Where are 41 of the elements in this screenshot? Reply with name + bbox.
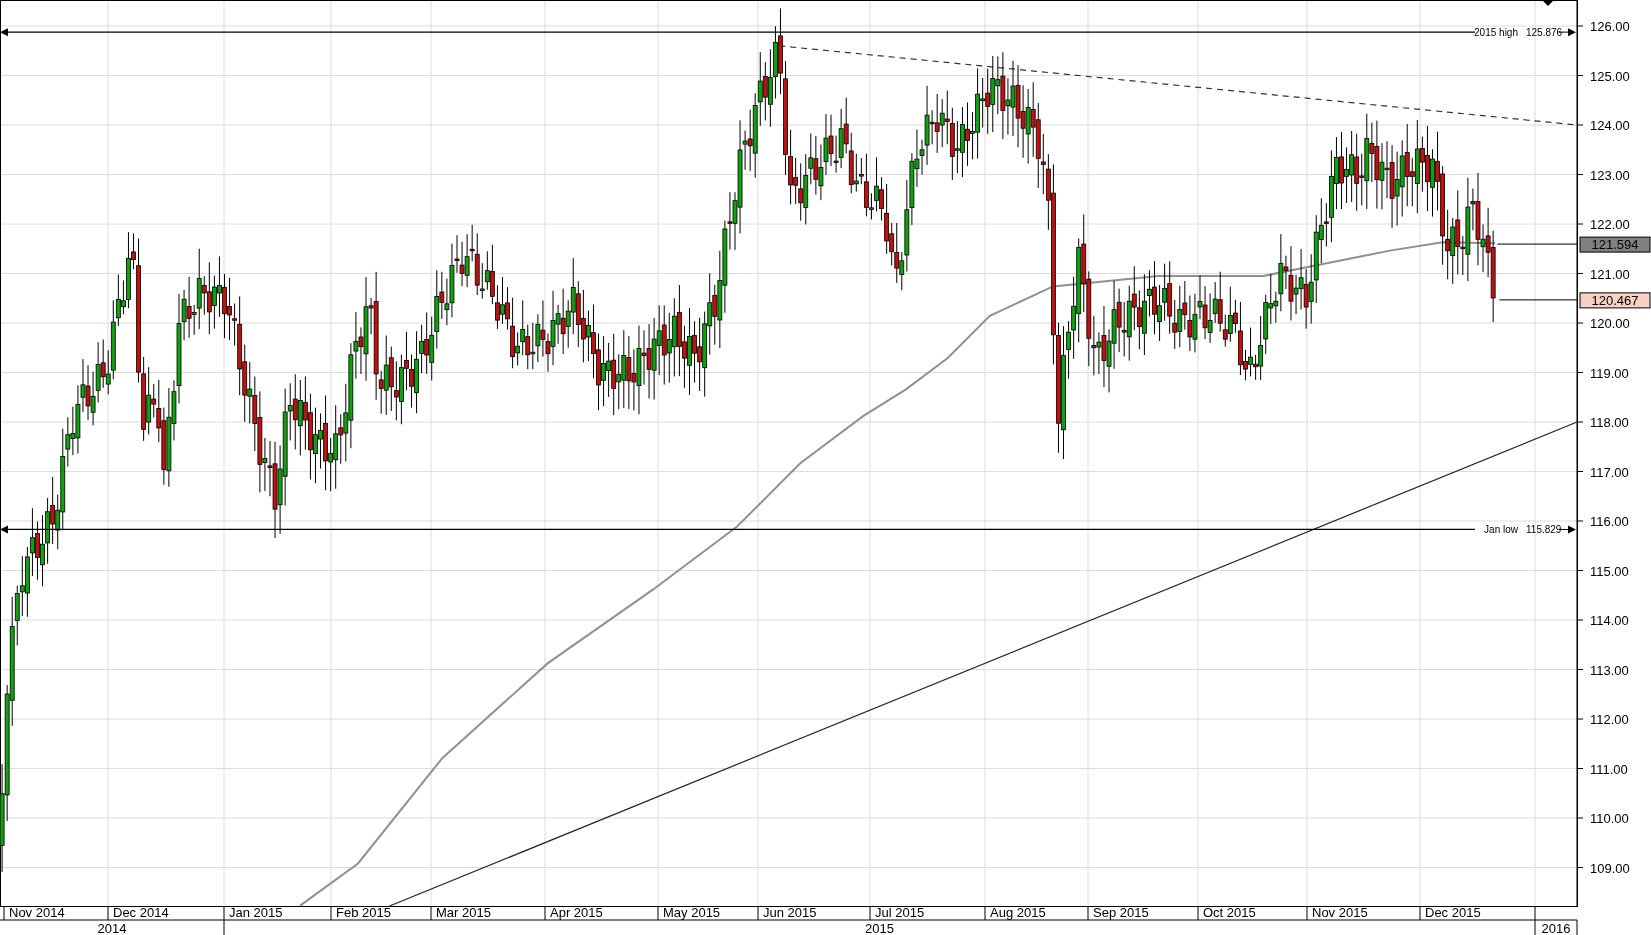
y-axis-label: 124.00: [1590, 118, 1630, 133]
y-axis-label: 123.00: [1590, 167, 1630, 183]
y-axis-label: 109.00: [1590, 860, 1630, 876]
y-axis-label: 125.00: [1590, 68, 1630, 84]
year-label: 2015: [865, 921, 894, 935]
y-axis-label: 115.00: [1590, 563, 1629, 579]
month-label: Nov 2014: [9, 905, 65, 920]
month-label: Aug 2015: [990, 905, 1046, 920]
level-label: Jan low: [1484, 524, 1518, 536]
month-label: Feb 2015: [336, 905, 391, 920]
year-label: 2016: [1541, 921, 1571, 935]
price-tag: 121.594: [1579, 236, 1651, 253]
y-axis-label: 118.00: [1590, 415, 1629, 430]
month-label: Dec 2015: [1425, 905, 1481, 920]
month-label: Nov 2015: [1312, 905, 1368, 920]
y-axis-label: 126.00: [1590, 19, 1630, 34]
level-label: 2015 high: [1474, 27, 1518, 39]
month-label: Dec 2014: [113, 905, 169, 920]
level-value: 125.876: [1526, 27, 1563, 39]
year-label: 2014: [97, 921, 127, 935]
month-label: Oct 2015: [1203, 905, 1256, 920]
y-axis-label: 114.00: [1590, 613, 1629, 628]
month-label: Jun 2015: [763, 905, 817, 920]
y-axis-label: 112.00: [1590, 712, 1629, 727]
y-axis-label: 110.00: [1590, 811, 1629, 826]
y-axis-label: 111.00: [1590, 761, 1628, 777]
y-axis-label: 122.00: [1590, 217, 1630, 232]
month-label: May 2015: [663, 905, 721, 920]
month-label: Sep 2015: [1093, 905, 1149, 920]
y-axis-label: 120.00: [1590, 316, 1630, 331]
month-label: Jan 2015: [229, 905, 283, 920]
y-axis-label: 116.00: [1590, 514, 1629, 529]
y-axis-label: 121.00: [1590, 266, 1630, 282]
y-axis-label: 119.00: [1590, 365, 1629, 381]
level-value: 115.829: [1526, 524, 1562, 536]
price-tag: 120.467: [1579, 292, 1651, 309]
month-label: Apr 2015: [550, 905, 603, 920]
month-label: Jul 2015: [875, 905, 925, 920]
y-axis-label: 113.00: [1590, 662, 1629, 678]
y-axis-label: 117.00: [1590, 464, 1629, 480]
month-label: Mar 2015: [436, 905, 491, 920]
